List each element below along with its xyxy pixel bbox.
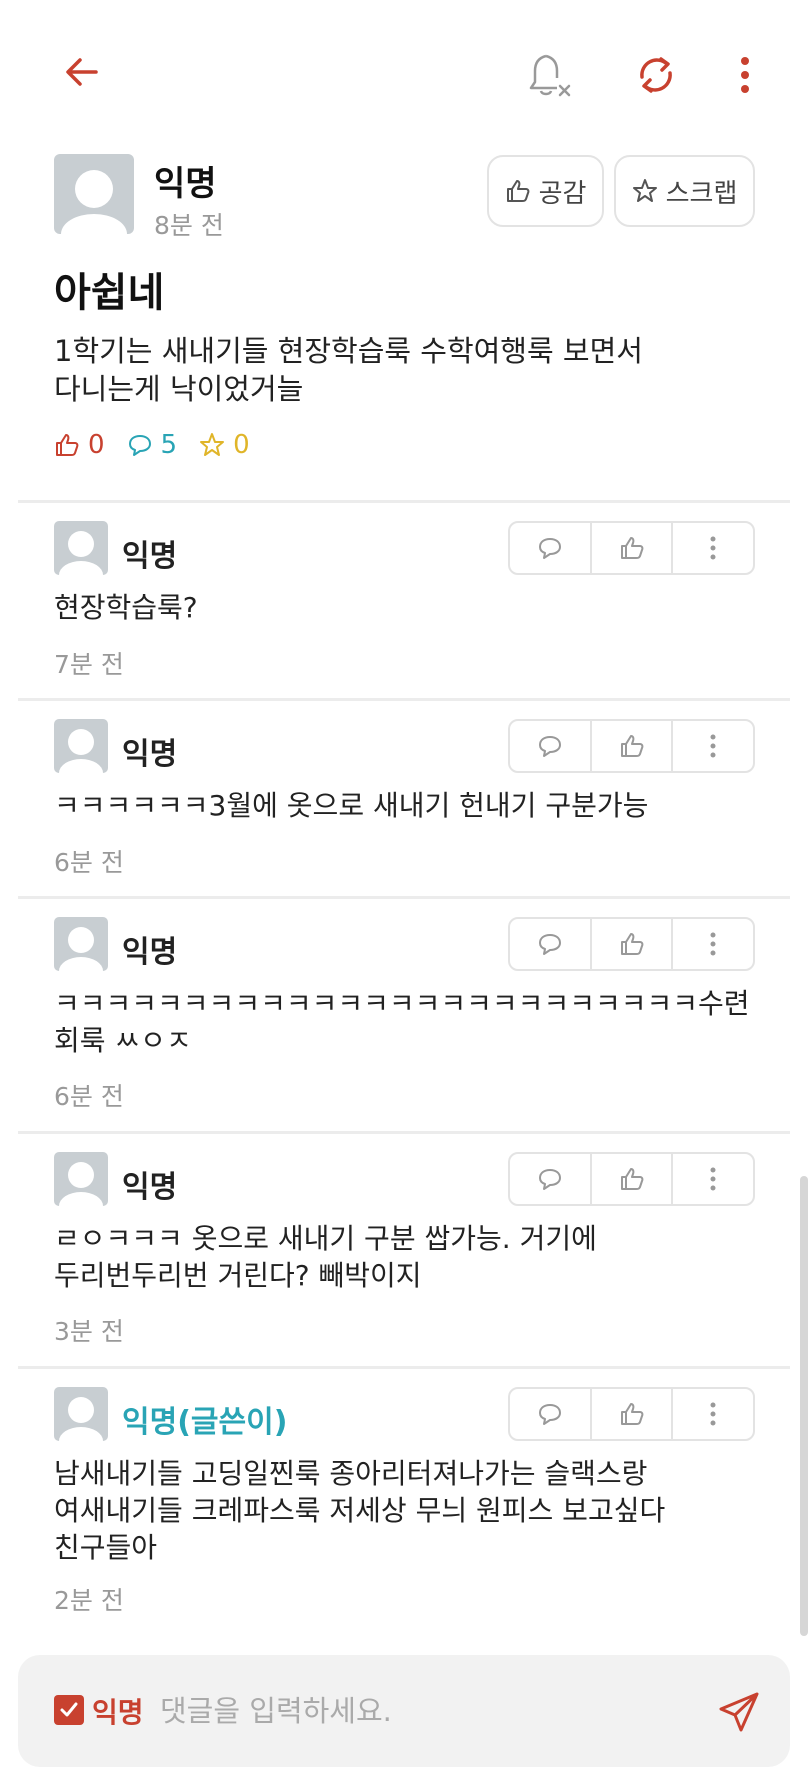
- comment-like-button[interactable]: [592, 919, 674, 969]
- divider: [18, 698, 790, 701]
- speech-bubble-icon: [538, 736, 561, 757]
- comment-actions: [508, 719, 755, 773]
- scrollbar[interactable]: [800, 1176, 808, 1636]
- post-author: 익명: [154, 164, 217, 204]
- back-arrow-icon: [66, 58, 98, 86]
- avatar: [54, 1387, 108, 1441]
- comment-time: 3분 전: [54, 1317, 124, 1346]
- comment-like-button[interactable]: [592, 1154, 674, 1204]
- like-button[interactable]: 공감: [487, 155, 604, 227]
- comment-like-button[interactable]: [592, 721, 674, 771]
- post-time: 8분 전: [154, 211, 224, 240]
- refresh-icon: [640, 57, 672, 93]
- notification-off-button[interactable]: [520, 42, 580, 108]
- thumbs-up-icon: [620, 1403, 643, 1425]
- comment-count-value: 5: [160, 430, 178, 460]
- comment-like-button[interactable]: [592, 523, 674, 573]
- speech-bubble-icon: [538, 1169, 561, 1190]
- more-vertical-icon: [710, 932, 716, 956]
- more-vertical-icon: [710, 536, 716, 560]
- comment-more-button[interactable]: [673, 1389, 753, 1439]
- speech-bubble-icon: [128, 435, 151, 456]
- comment-author: 익명: [122, 737, 178, 772]
- divider: [18, 1366, 790, 1369]
- comment-actions: [508, 1387, 755, 1441]
- comment-actions: [508, 917, 755, 971]
- star-icon: [632, 179, 657, 202]
- bell-off-icon: [529, 54, 571, 97]
- post-stats: 0 5 0: [54, 430, 250, 460]
- reply-button[interactable]: [510, 1154, 592, 1204]
- comment-composer: 익명: [18, 1655, 790, 1767]
- like-count: 0: [54, 430, 105, 460]
- post-body: 1학기는 새내기들 현장학습룩 수학여행룩 보면서 다니는게 낙이었거늘: [54, 334, 643, 406]
- avatar: [54, 1152, 108, 1206]
- send-icon: [719, 1692, 759, 1732]
- thumbs-up-icon: [506, 180, 529, 202]
- scrap-count-value: 0: [233, 430, 250, 460]
- divider: [18, 1131, 790, 1134]
- scrap-button[interactable]: 스크랩: [614, 155, 755, 227]
- comment-text: ㅋㅋㅋㅋㅋㅋ3월에 옷으로 새내기 헌내기 구분가능: [54, 789, 649, 822]
- more-vertical-icon: [710, 734, 716, 758]
- scrap-count: 0: [199, 430, 250, 460]
- avatar: [54, 719, 108, 773]
- comment-input[interactable]: [160, 1685, 700, 1737]
- comment-more-button[interactable]: [673, 919, 753, 969]
- comment-actions: [508, 1152, 755, 1206]
- speech-bubble-icon: [538, 538, 561, 559]
- post-title: 아쉽네: [54, 270, 165, 316]
- comment-text: 현장학습룩?: [54, 591, 198, 624]
- thumbs-up-icon: [620, 1168, 643, 1190]
- comment-text: ㄹㅇㅋㅋㅋ 옷으로 새내기 구분 쌉가능. 거기에 두리번두리번 거린다? 빼박…: [54, 1222, 597, 1292]
- reply-button[interactable]: [510, 523, 592, 573]
- more-vertical-icon: [710, 1402, 716, 1426]
- avatar: [54, 521, 108, 575]
- reply-button[interactable]: [510, 919, 592, 969]
- comment-time: 6분 전: [54, 1082, 124, 1111]
- scrap-button-label: 스크랩: [665, 178, 738, 209]
- comment-author: 익명: [122, 1170, 178, 1205]
- star-icon: [200, 433, 225, 456]
- more-options-button[interactable]: [720, 42, 770, 108]
- comment-more-button[interactable]: [673, 523, 753, 573]
- anonymous-label[interactable]: 익명: [92, 1691, 144, 1731]
- comment-more-button[interactable]: [673, 721, 753, 771]
- thumbs-up-icon: [620, 537, 643, 559]
- anonymous-checkbox[interactable]: [54, 1695, 84, 1725]
- like-button-label: 공감: [538, 178, 587, 209]
- avatar: [54, 154, 134, 234]
- comment-more-button[interactable]: [673, 1154, 753, 1204]
- speech-bubble-icon: [538, 1404, 561, 1425]
- divider: [18, 500, 790, 503]
- more-vertical-icon: [741, 57, 749, 93]
- thumbs-up-icon: [56, 434, 79, 456]
- speech-bubble-icon: [538, 934, 561, 955]
- thumbs-up-icon: [620, 933, 643, 955]
- refresh-button[interactable]: [626, 42, 686, 108]
- comment-time: 2분 전: [54, 1586, 124, 1615]
- reply-button[interactable]: [510, 721, 592, 771]
- comment-actions: [508, 521, 755, 575]
- comment-time: 6분 전: [54, 848, 124, 877]
- comment-author: 익명: [122, 935, 178, 970]
- reply-button[interactable]: [510, 1389, 592, 1439]
- avatar: [54, 917, 108, 971]
- comment-author: 익명: [122, 539, 178, 574]
- checkmark-icon: [60, 1702, 78, 1717]
- more-vertical-icon: [710, 1167, 716, 1191]
- comment-count: 5: [127, 430, 178, 460]
- send-button[interactable]: [714, 1687, 764, 1737]
- top-bar: [0, 0, 810, 140]
- comment-author-op: 익명(글쓴이): [122, 1405, 288, 1440]
- comment-text: 남새내기들 고딩일찐룩 종아리터져나가는 슬랙스랑 여새내기들 크레파스룩 저세…: [54, 1457, 666, 1564]
- comment-time: 7분 전: [54, 650, 124, 679]
- like-count-value: 0: [88, 430, 105, 460]
- divider: [18, 896, 790, 899]
- back-button[interactable]: [52, 42, 112, 102]
- thumbs-up-icon: [620, 735, 643, 757]
- comment-like-button[interactable]: [592, 1389, 674, 1439]
- comment-text: ㅋㅋㅋㅋㅋㅋㅋㅋㅋㅋㅋㅋㅋㅋㅋㅋㅋㅋㅋㅋㅋㅋㅋㅋㅋ수련 회룩 ㅆㅇㅈ: [54, 987, 750, 1057]
